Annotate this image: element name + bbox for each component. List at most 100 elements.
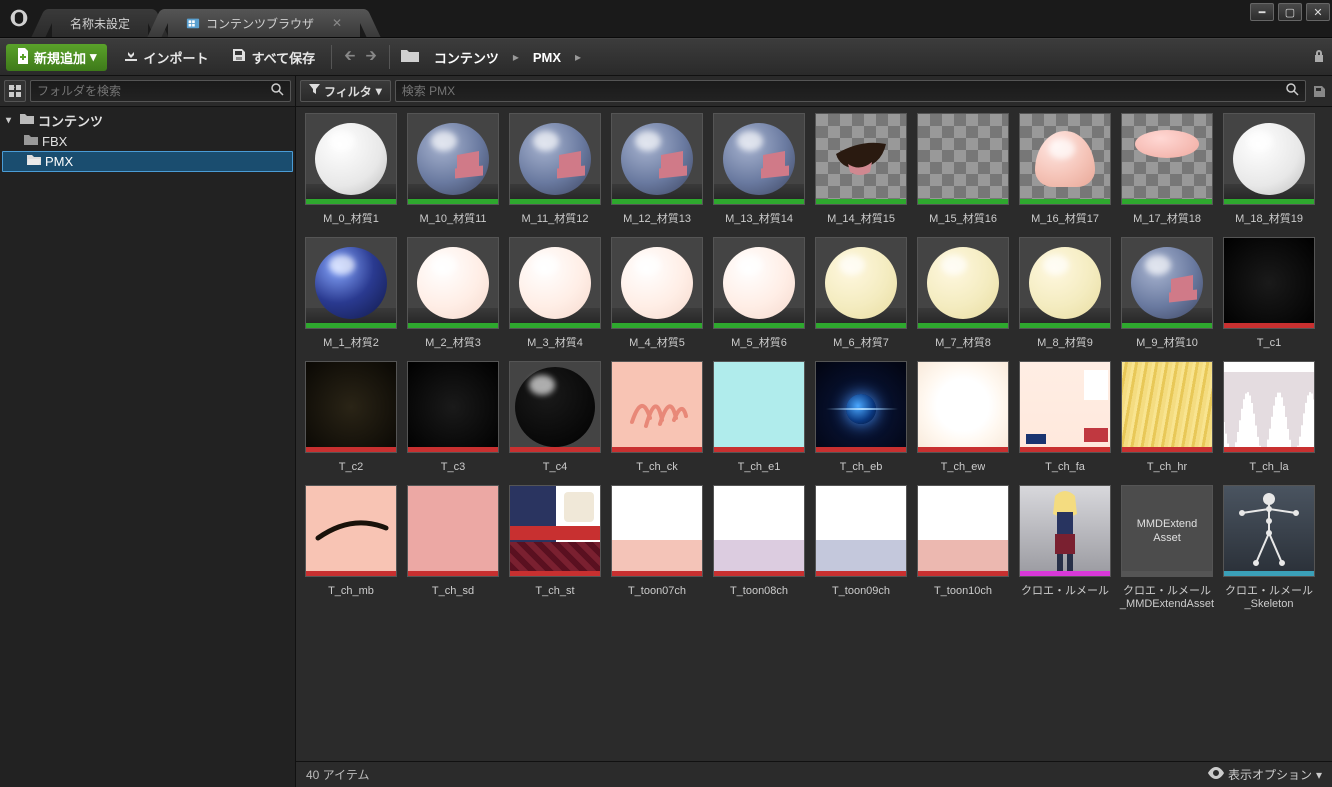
asset-item[interactable]: T_toon07ch [606,485,708,611]
save-all-button[interactable]: すべて保存 [225,43,322,72]
maximize-button[interactable]: ▢ [1278,3,1302,21]
asset-item[interactable]: T_toon09ch [810,485,912,611]
breadcrumb-current[interactable]: PMX [529,50,565,65]
asset-label: T_ch_e1 [738,461,781,475]
tab-browser-label: コンテンツブラウザ [206,15,314,32]
asset-item[interactable]: M_12_材質13 [606,113,708,227]
asset-item[interactable]: M_0_材質1 [300,113,402,227]
asset-item[interactable]: T_ch_fa [1014,361,1116,475]
asset-label: M_3_材質4 [527,337,583,351]
asset-item[interactable]: M_6_材質7 [810,237,912,351]
tree-root-content[interactable]: ▾ コンテンツ [0,109,295,132]
asset-search-input[interactable] [395,80,1306,102]
asset-item[interactable]: T_ch_st [504,485,606,611]
asset-search-field[interactable] [402,84,1286,98]
chevron-down-icon: ▾ [6,115,16,126]
asset-item[interactable]: T_ch_la [1218,361,1320,475]
ue-logo-icon [0,0,38,37]
asset-item[interactable]: M_16_材質17 [1014,113,1116,227]
asset-item[interactable]: T_ch_sd [402,485,504,611]
asset-label: T_ch_ck [636,461,678,475]
tree-item-pmx[interactable]: PMX [2,151,293,172]
breadcrumb-root[interactable]: コンテンツ [430,48,503,67]
asset-label: M_12_材質13 [623,213,691,227]
minimize-button[interactable]: ━ [1250,3,1274,21]
asset-item[interactable]: M_15_材質16 [912,113,1014,227]
asset-item[interactable]: M_11_材質12 [504,113,606,227]
asset-item[interactable]: M_4_材質5 [606,237,708,351]
add-new-button[interactable]: 新規追加 ▾ [6,44,107,71]
asset-item[interactable]: M_2_材質3 [402,237,504,351]
folder-grid-icon [186,16,200,30]
asset-item[interactable]: M_17_材質18 [1116,113,1218,227]
import-button[interactable]: インポート [117,43,215,72]
chevron-right-icon: ▸ [513,50,519,64]
asset-label: T_ch_ew [941,461,986,475]
tab-level[interactable]: 名称未設定 [52,9,148,37]
asset-label: M_5_材質6 [731,337,787,351]
save-search-button[interactable] [1310,80,1328,102]
asset-label: T_c4 [543,461,567,475]
tab-level-label: 名称未設定 [70,15,130,32]
asset-item[interactable]: T_c3 [402,361,504,475]
tab-content-browser[interactable]: コンテンツブラウザ ✕ [168,9,360,37]
asset-label: M_14_材質15 [827,213,895,227]
import-icon [123,47,139,68]
asset-item[interactable]: T_ch_eb [810,361,912,475]
asset-item[interactable]: T_ch_ck [606,361,708,475]
asset-item[interactable]: T_c2 [300,361,402,475]
asset-item[interactable]: M_18_材質19 [1218,113,1320,227]
chevron-down-icon: ▾ [376,84,382,98]
asset-item[interactable]: T_toon08ch [708,485,810,611]
asset-item[interactable]: M_10_材質11 [402,113,504,227]
asset-label: T_ch_st [535,585,574,599]
asset-item[interactable]: クロエ・ルメール [1014,485,1116,611]
asset-item[interactable]: T_ch_mb [300,485,402,611]
folder-icon[interactable] [400,48,420,67]
asset-item[interactable]: T_toon10ch [912,485,1014,611]
asset-item[interactable]: M_8_材質9 [1014,237,1116,351]
asset-item[interactable]: T_ch_hr [1116,361,1218,475]
asset-label: M_0_材質1 [323,213,379,227]
asset-item[interactable]: M_1_材質2 [300,237,402,351]
tree-item-fbx[interactable]: FBX [0,132,295,151]
folder-search-field[interactable] [37,84,271,98]
toggle-sources-button[interactable] [4,80,26,102]
asset-item[interactable]: クロエ・ルメール_Skeleton [1218,485,1320,611]
folder-search-input[interactable] [30,80,291,102]
asset-item[interactable]: T_c1 [1218,237,1320,351]
save-all-label: すべて保存 [252,48,316,67]
asset-label: M_10_材質11 [419,213,486,227]
asset-label: T_ch_eb [840,461,883,475]
asset-item[interactable]: T_ch_ew [912,361,1014,475]
asset-label: M_2_材質3 [425,337,481,351]
nav-back-button[interactable]: 🡰 [342,43,357,71]
asset-item[interactable]: M_7_材質8 [912,237,1014,351]
asset-label: M_16_材質17 [1031,213,1099,227]
lock-icon[interactable] [1312,49,1326,66]
asset-item[interactable]: MMDExtendAsset クロエ・ルメール_MMDExtendAsset [1116,485,1218,611]
asset-label: T_c3 [441,461,465,475]
close-icon[interactable]: ✕ [332,16,342,30]
folder-icon [24,134,38,149]
asset-label: M_7_材質8 [935,337,991,351]
nav-forward-button[interactable]: 🡲 [363,43,378,71]
import-label: インポート [144,48,209,67]
view-options-button[interactable]: 表示オプション ▾ [1208,766,1322,783]
asset-item[interactable]: M_13_材質14 [708,113,810,227]
asset-item[interactable]: T_ch_e1 [708,361,810,475]
asset-label: クロエ・ルメール_MMDExtendAsset [1117,585,1217,611]
asset-item[interactable]: M_14_材質15 [810,113,912,227]
folder-open-icon [27,154,41,169]
filters-button[interactable]: フィルタ ▾ [300,80,391,102]
asset-item[interactable]: T_c4 [504,361,606,475]
asset-item[interactable]: M_3_材質4 [504,237,606,351]
close-button[interactable]: ✕ [1306,3,1330,21]
asset-label: M_18_材質19 [1235,213,1303,227]
folder-tree: ▾ コンテンツ FBX PMX [0,107,295,174]
asset-label: M_13_材質14 [725,213,793,227]
chevron-down-icon: ▾ [90,49,97,65]
asset-grid[interactable]: M_0_材質1 M_10_材質11 M_11_材質12 M_12_材質13 M_… [296,107,1332,761]
asset-item[interactable]: M_5_材質6 [708,237,810,351]
asset-item[interactable]: M_9_材質10 [1116,237,1218,351]
